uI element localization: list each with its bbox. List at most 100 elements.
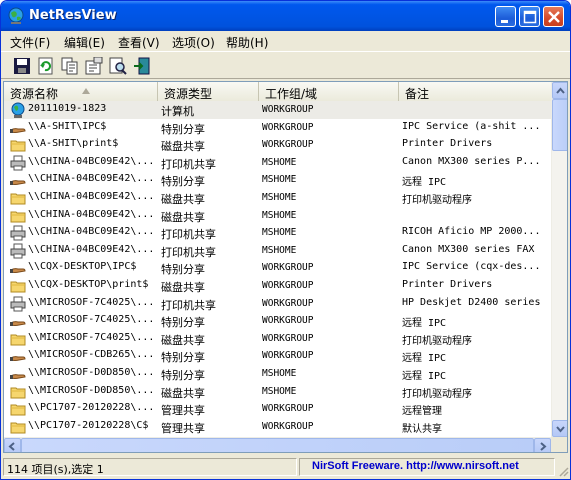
vertical-scroll-thumb[interactable] bbox=[552, 99, 567, 151]
scroll-down-button[interactable] bbox=[552, 420, 567, 437]
horizontal-scroll-thumb[interactable] bbox=[21, 438, 534, 452]
cell-type: 特别分享 bbox=[161, 175, 205, 189]
table-row[interactable]: \\MICROSOF-D0D850\... 特别分享 MSHOME 远程 IPC bbox=[4, 365, 551, 383]
toolbar bbox=[1, 51, 570, 79]
column-remark[interactable]: 备注 bbox=[399, 82, 551, 101]
menu-view[interactable]: 查看(V) bbox=[118, 34, 160, 51]
table-row[interactable]: \\CHINA-04BC09E42\... 打印机共享 MSHOME Canon MX… bbox=[4, 242, 551, 260]
cell-workgroup: MSHOME bbox=[262, 156, 297, 168]
cell-name: \\MICROSOF-D0D850\... bbox=[28, 367, 155, 378]
table-row[interactable]: \\CHINA-04BC09E42\... 磁盘共享 MSHOME bbox=[4, 207, 551, 225]
cell-workgroup: WORKGROUP bbox=[262, 403, 314, 415]
cell-remark: 远程管理 bbox=[402, 406, 442, 418]
exit-button[interactable] bbox=[131, 55, 153, 77]
table-row[interactable]: \\MICROSOF-CDB265\... 特别分享 WORKGROUP 远程 IPC bbox=[4, 347, 551, 365]
cell-type: 磁盘共享 bbox=[161, 281, 205, 294]
save-button[interactable] bbox=[11, 55, 33, 77]
nirsoft-link[interactable]: NirSoft Freeware. http://www.nirsoft.net bbox=[299, 458, 555, 476]
cell-type: 磁盘共享 bbox=[161, 333, 205, 347]
cell-type: 管理共享 bbox=[161, 404, 205, 418]
minimize-button[interactable] bbox=[495, 6, 516, 27]
copy-icon bbox=[61, 57, 78, 75]
table-row[interactable]: \\CQX-DESKTOP\print$ 磁盘共享 WORKGROUP Printer… bbox=[4, 277, 551, 295]
cell-remark: 打印机驱动程序 bbox=[402, 335, 472, 347]
cell-name: \\A-SHIT\IPC$ bbox=[28, 120, 107, 132]
table-row[interactable]: \\A-SHIT\print$ 磁盘共享 WORKGROUP Printer Driv… bbox=[4, 136, 551, 154]
table-row[interactable]: \\A-SHIT\IPC$ 特别分享 WORKGROUP IPC Service (a… bbox=[4, 119, 551, 137]
menu-options[interactable]: 选项(O) bbox=[172, 34, 215, 51]
share-hand-icon bbox=[10, 348, 26, 364]
find-button[interactable] bbox=[107, 55, 129, 77]
scroll-left-button[interactable] bbox=[4, 438, 21, 452]
table-row[interactable]: \\CHINA-04BC09E42\... 磁盘共享 MSHOME 打印机驱动程序 bbox=[4, 189, 551, 207]
refresh-icon bbox=[38, 57, 53, 75]
cell-workgroup: WORKGROUP bbox=[262, 280, 314, 291]
cell-workgroup: MSHOME bbox=[262, 244, 297, 256]
find-icon bbox=[109, 57, 127, 75]
properties-button[interactable] bbox=[83, 55, 105, 77]
list-rows: 20111019-1823 计算机 WORKGROUP \\A-SHIT\IPC$ 特别… bbox=[4, 101, 551, 437]
table-row[interactable]: \\PC1707-20120228\C$ 管理共享 WORKGROUP 默认共享 bbox=[4, 418, 551, 436]
share-hand-icon bbox=[10, 313, 26, 329]
column-resource-type[interactable]: 资源类型 bbox=[158, 82, 259, 101]
refresh-button[interactable] bbox=[35, 55, 57, 77]
folder-icon bbox=[10, 331, 26, 347]
cell-type: 特别分享 bbox=[161, 122, 205, 136]
table-row[interactable]: \\CHINA-04BC09E42\... 特别分享 MSHOME 远程 IPC bbox=[4, 171, 551, 189]
cell-remark: 远程 IPC bbox=[402, 318, 447, 330]
column-label: 资源类型 bbox=[164, 87, 213, 101]
menu-edit[interactable]: 编辑(E) bbox=[64, 34, 105, 51]
resize-grip-icon[interactable] bbox=[557, 465, 569, 477]
window-title: NetResView bbox=[29, 8, 117, 23]
scrollbar-corner bbox=[551, 437, 567, 452]
menu-help[interactable]: 帮助(H) bbox=[226, 34, 268, 51]
maximize-button[interactable] bbox=[519, 6, 540, 27]
horizontal-scrollbar[interactable] bbox=[4, 437, 551, 452]
cell-name: \\CQX-DESKTOP\IPC$ bbox=[28, 261, 137, 273]
table-row[interactable]: \\MICROSOF-7C4025\... 特别分享 WORKGROUP 远程 IPC bbox=[4, 312, 551, 330]
table-row[interactable]: \\CHINA-04BC09E42\... 打印机共享 MSHOME Canon MX… bbox=[4, 154, 551, 172]
column-workgroup[interactable]: 工作组/域 bbox=[259, 82, 399, 101]
minimize-icon bbox=[501, 20, 508, 23]
scroll-up-button[interactable] bbox=[552, 82, 567, 99]
exit-icon bbox=[134, 57, 150, 75]
menu-file[interactable]: 文件(F) bbox=[10, 34, 50, 51]
table-row[interactable]: \\PC1707-20120228\... 管理共享 WORKGROUP 远程管理 bbox=[4, 400, 551, 418]
folder-icon bbox=[10, 384, 26, 400]
close-icon bbox=[548, 11, 560, 23]
table-row[interactable]: \\CQX-DESKTOP\IPC$ 特别分享 WORKGROUP IPC Servi… bbox=[4, 259, 551, 277]
cell-type: 计算机 bbox=[161, 105, 194, 118]
resource-list[interactable]: 资源名称 资源类型 工作组/域 备注 20111019-1823 计算机 WORKG… bbox=[3, 81, 568, 453]
share-hand-icon bbox=[10, 172, 26, 188]
cell-name: \\MICROSOF-D0D850\... bbox=[28, 384, 155, 396]
table-row[interactable]: \\CHINA-04BC09E42\... 打印机共享 MSHOME RICOH Af… bbox=[4, 224, 551, 242]
cell-workgroup: WORKGROUP bbox=[262, 139, 314, 151]
cell-remark: IPC Service (a-shit ... bbox=[402, 120, 541, 132]
table-row[interactable]: \\MICROSOF-7C4025\... 磁盘共享 WORKGROUP 打印机驱动程… bbox=[4, 330, 551, 348]
cell-remark: 默认共享 bbox=[402, 423, 442, 435]
vertical-scrollbar[interactable] bbox=[551, 82, 567, 437]
cell-type: 磁盘共享 bbox=[161, 193, 205, 206]
table-row[interactable]: \\MICROSOF-D0D850\... 磁盘共享 MSHOME 打印机驱动程序 bbox=[4, 383, 551, 401]
scroll-right-button[interactable] bbox=[534, 438, 551, 452]
arrow-up-icon bbox=[556, 87, 565, 94]
share-hand-icon bbox=[10, 366, 26, 382]
cell-remark: 打印机驱动程序 bbox=[402, 388, 472, 400]
cell-workgroup: WORKGROUP bbox=[262, 420, 314, 432]
arrow-down-icon bbox=[556, 426, 565, 433]
arrow-right-icon bbox=[540, 442, 547, 451]
share-hand-icon bbox=[10, 120, 26, 136]
cell-remark: 远程 IPC bbox=[402, 177, 447, 189]
cell-workgroup: MSHOME bbox=[262, 209, 297, 221]
title-bar[interactable]: NetResView bbox=[1, 1, 570, 31]
cell-type: 特别分享 bbox=[161, 316, 205, 330]
column-label: 工作组/域 bbox=[265, 87, 318, 101]
table-row[interactable]: \\MICROSOF-7C4025\... 打印机共享 WORKGROUP HP De… bbox=[4, 295, 551, 313]
cell-name: \\CHINA-04BC09E42\... bbox=[28, 208, 155, 220]
column-resource-name[interactable]: 资源名称 bbox=[4, 82, 158, 101]
close-button[interactable] bbox=[543, 6, 564, 27]
copy-button[interactable] bbox=[59, 55, 81, 77]
table-row[interactable]: 20111019-1823 计算机 WORKGROUP bbox=[4, 101, 551, 119]
cell-name: \\CHINA-04BC09E42\... bbox=[28, 243, 155, 255]
cell-type: 打印机共享 bbox=[161, 298, 216, 312]
